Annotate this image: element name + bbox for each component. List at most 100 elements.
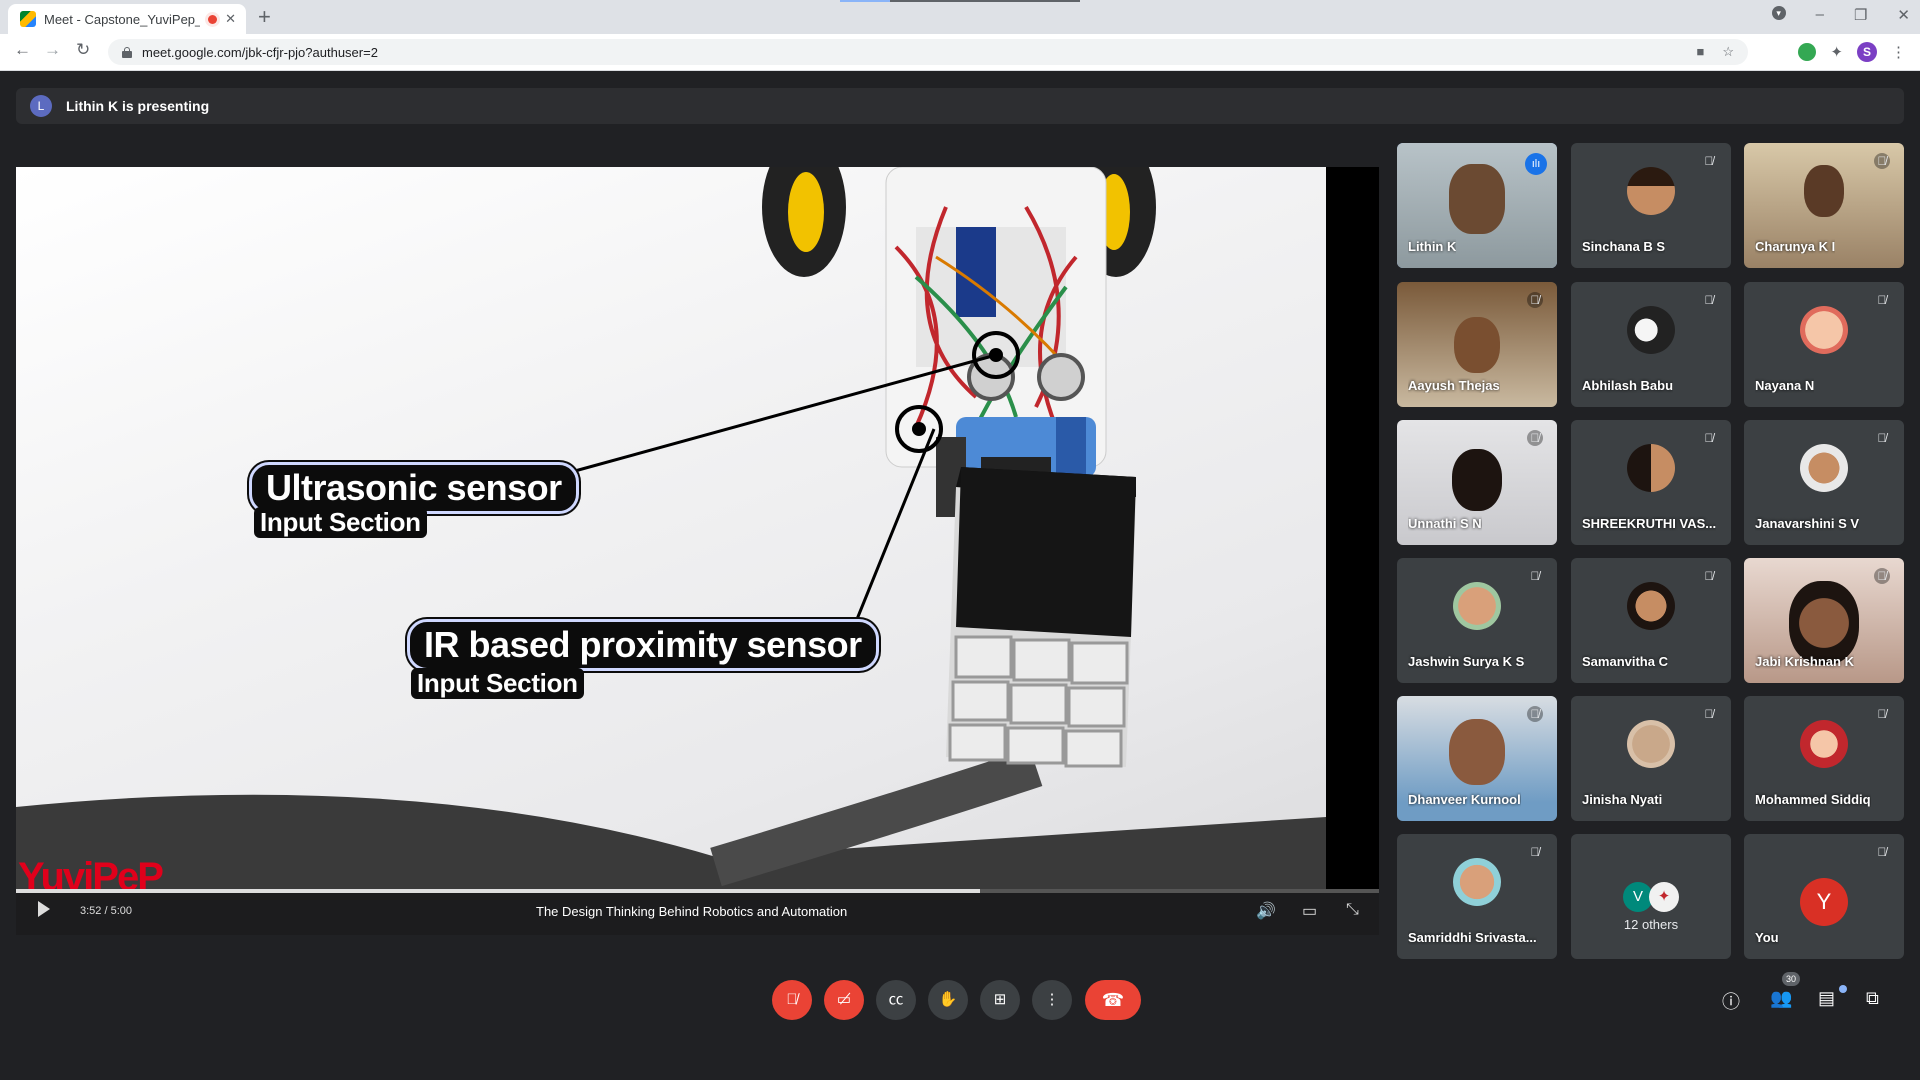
participant-name: Unnathi S N [1408, 516, 1482, 531]
speaking-indicator-icon: ılı [1525, 153, 1547, 175]
participant-name: Jabi Krishnan K [1755, 654, 1854, 669]
ir-sensor-label: IR based proximity sensor [407, 619, 879, 671]
browser-tabstrip: Meet - Capstone_YuviPep_1 ✕ + ▾ – ❐ ✕ [0, 0, 1920, 34]
captions-icon[interactable]: ▭ [1302, 901, 1317, 921]
self-tile[interactable]: Y 🎙̸ You [1744, 834, 1904, 959]
participant-name: Jinisha Nyati [1582, 792, 1663, 807]
mic-muted-icon: 🎙̸ [1877, 431, 1887, 445]
address-url[interactable]: meet.google.com/jbk-cfjr-pjo?authuser=2 [142, 45, 378, 60]
participant-tile[interactable]: ılı Lithin K [1397, 143, 1557, 268]
mic-muted-icon: 🎙̸ [1704, 293, 1714, 307]
meeting-details-icon[interactable]: ⓘ [1722, 988, 1740, 1014]
address-bar[interactable]: meet.google.com/jbk-cfjr-pjo?authuser=2 … [108, 39, 1748, 65]
profile-avatar[interactable]: S [1857, 42, 1877, 62]
participant-tile[interactable]: 🎙̸ Janavarshini S V [1744, 420, 1904, 545]
participant-avatar [1800, 305, 1848, 354]
video-title: The Design Thinking Behind Robotics and … [536, 904, 848, 919]
participant-name: Samriddhi Srivasta... [1408, 930, 1537, 945]
browser-tab-meet[interactable]: Meet - Capstone_YuviPep_1 ✕ [8, 4, 246, 34]
window-controls: ▾ – ❐ ✕ [1771, 6, 1910, 24]
close-window-button[interactable]: ✕ [1897, 6, 1910, 24]
tab-close-icon[interactable]: ✕ [225, 11, 236, 27]
participant-name: Lithin K [1408, 239, 1457, 254]
participant-face [1449, 719, 1505, 786]
browser-menu-icon[interactable]: ⋮ [1891, 43, 1906, 61]
participant-tile[interactable]: 🎙̸ Dhanveer Kurnool [1397, 696, 1557, 821]
ir-input-section-label: Input Section [411, 668, 584, 699]
participant-tile[interactable]: 🎙̸ Aayush Thejas [1397, 282, 1557, 407]
activities-icon[interactable]: ⧉ [1866, 988, 1879, 1009]
chat-unread-dot [1839, 985, 1847, 993]
meet-favicon-icon [20, 11, 36, 27]
participant-name: Dhanveer Kurnool [1408, 792, 1521, 807]
participant-tile[interactable]: 🎙̸ SHREEKRUTHI VAS... [1571, 420, 1731, 545]
mic-muted-icon: 🎙̸ [1704, 707, 1714, 721]
minimize-button[interactable]: – [1816, 6, 1824, 24]
grammarly-extension-icon[interactable] [1798, 43, 1817, 61]
captions-button[interactable]: ㏄ [876, 980, 916, 1020]
tab-search-icon[interactable]: ▾ [1771, 6, 1786, 20]
presentation-stage[interactable]: Ultrasonic sensor Input Section IR based… [16, 167, 1379, 935]
participant-face [1449, 164, 1505, 235]
yuvipep-watermark: YuviPeP [18, 855, 164, 889]
participant-face [1454, 316, 1500, 373]
present-now-button[interactable]: ⊞ [980, 980, 1020, 1020]
participant-tile[interactable]: 🎙̸ Jinisha Nyati [1571, 696, 1731, 821]
camera-off-button[interactable]: ▭̸ [824, 980, 864, 1020]
participant-name: Nayana N [1755, 378, 1815, 393]
participant-tile[interactable]: 🎙̸ Mohammed Siddiq [1744, 696, 1904, 821]
participant-tile[interactable]: 🎙̸ Nayana N [1744, 282, 1904, 407]
participant-face [1789, 581, 1859, 665]
participant-avatar [1800, 443, 1848, 492]
presenter-avatar: L [30, 95, 52, 117]
others-tile[interactable]: V ✦ 12 others [1571, 834, 1731, 959]
participant-name: Sinchana B S [1582, 239, 1666, 254]
reload-icon[interactable]: ↻ [76, 40, 90, 60]
recording-indicator-icon [208, 14, 218, 24]
forward-arrow-icon[interactable]: → [44, 40, 61, 60]
self-avatar: Y [1800, 878, 1848, 926]
restore-button[interactable]: ❐ [1854, 6, 1867, 24]
participant-name: Charunya K I [1755, 239, 1836, 254]
mic-muted-icon: 🎙̸ [1877, 845, 1887, 859]
participant-tile[interactable]: 🎙̸ Charunya K I [1744, 143, 1904, 268]
camera-in-use-icon[interactable]: ■ [1696, 44, 1704, 60]
participant-tile[interactable]: 🎙̸ Jabi Krishnan K [1744, 558, 1904, 683]
robot-scene-illustration [16, 167, 1326, 889]
participant-tile[interactable]: 🎙̸ Jashwin Surya K S [1397, 558, 1557, 683]
participant-tile[interactable]: 🎙̸ Abhilash Babu [1571, 282, 1731, 407]
mic-muted-icon: 🎙̸ [1874, 568, 1890, 584]
participant-name: Samanvitha C [1582, 654, 1668, 669]
participant-name: Jashwin Surya K S [1408, 654, 1525, 669]
mic-muted-icon: 🎙̸ [1877, 707, 1887, 721]
people-icon[interactable]: 👥 [1770, 988, 1792, 1009]
presenting-text: Lithin K is presenting [66, 98, 210, 114]
puzzle-extensions-icon[interactable]: ✦ [1830, 43, 1843, 61]
people-count-badge: 30 [1782, 972, 1800, 986]
more-options-button[interactable]: ⋮ [1032, 980, 1072, 1020]
mic-muted-icon: 🎙̸ [1527, 430, 1543, 446]
volume-icon[interactable]: 🔊 [1256, 901, 1276, 921]
mic-muted-icon: 🎙̸ [1704, 154, 1714, 168]
video-progress-bar[interactable] [16, 889, 1379, 893]
raise-hand-button[interactable]: ✋ [928, 980, 968, 1020]
participant-tile[interactable]: 🎙̸ Samanvitha C [1571, 558, 1731, 683]
video-time: 3:52 / 5:00 [80, 905, 132, 917]
participant-tile[interactable]: 🎙̸ Samriddhi Srivasta... [1397, 834, 1557, 959]
mic-muted-icon: 🎙̸ [1527, 292, 1543, 308]
participant-tile[interactable]: 🎙̸ Unnathi S N [1397, 420, 1557, 545]
new-tab-button[interactable]: + [258, 5, 271, 29]
mic-muted-icon: 🎙̸ [1530, 569, 1540, 583]
bookmark-star-icon[interactable]: ☆ [1722, 44, 1734, 60]
back-arrow-icon[interactable]: ← [14, 40, 31, 60]
leave-call-button[interactable]: ☎ [1085, 980, 1141, 1020]
participant-name: Mohammed Siddiq [1755, 792, 1871, 807]
participant-avatar [1800, 719, 1848, 768]
participant-tile[interactable]: 🎙̸ Sinchana B S [1571, 143, 1731, 268]
presented-video[interactable]: Ultrasonic sensor Input Section IR based… [16, 167, 1326, 889]
mic-off-button[interactable]: 🎙̸ [772, 980, 812, 1020]
play-icon[interactable] [38, 901, 50, 917]
lock-icon [122, 46, 132, 58]
chat-icon[interactable]: ▤ [1818, 988, 1835, 1009]
exit-fullscreen-icon[interactable]: ⤡ [1346, 901, 1359, 919]
